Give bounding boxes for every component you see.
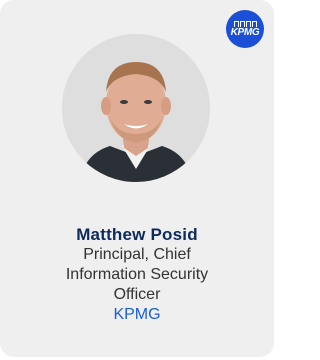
speaker-info: Matthew Posid Principal, Chief Informati… xyxy=(0,225,274,325)
speaker-card: KPMG Matthew Posid Principal, Chief Info… xyxy=(0,0,274,357)
speaker-title-line-3: Officer xyxy=(113,286,161,303)
speaker-name: Matthew Posid xyxy=(76,225,198,244)
speaker-company: KPMG xyxy=(113,306,161,323)
kpmg-logo-icon: KPMG xyxy=(226,10,264,48)
person-photo-icon xyxy=(62,34,210,182)
speaker-title-line-1: Principal, Chief xyxy=(83,246,191,263)
speaker-title-line-2: Information Security xyxy=(65,266,209,283)
logo-bars xyxy=(233,20,257,27)
logo-text: KPMG xyxy=(230,26,260,38)
avatar xyxy=(62,34,210,182)
